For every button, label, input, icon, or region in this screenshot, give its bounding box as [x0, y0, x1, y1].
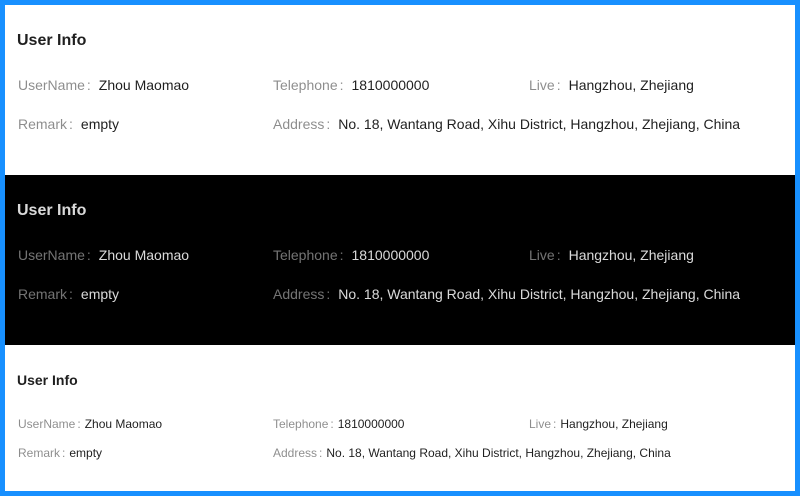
item-address: Address: No. 18, Wantang Road, Xihu Distr…	[273, 116, 740, 132]
label-colon: :	[62, 446, 66, 460]
label-colon: :	[86, 247, 91, 263]
item-remark: Remark: empty	[18, 286, 119, 302]
item-username: UserName: Zhou Maomao	[18, 77, 189, 93]
item-value: Zhou Maomao	[98, 77, 190, 93]
item-label: Remark	[18, 446, 61, 460]
item-value: No. 18, Wantang Road, Xihu District, Han…	[326, 446, 671, 460]
descriptions-title: User Info	[17, 202, 87, 219]
item-label: Telephone	[273, 247, 338, 263]
item-value: Hangzhou, Zhejiang	[568, 77, 694, 93]
label-colon: :	[330, 417, 334, 431]
item-live: Live: Hangzhou, Zhejiang	[529, 77, 694, 93]
item-label: UserName	[18, 247, 85, 263]
label-colon: :	[339, 247, 344, 263]
descriptions-dark: User Info UserName: Zhou Maomao Telephone…	[5, 175, 795, 345]
item-value: Hangzhou, Zhejiang	[568, 247, 694, 263]
item-value: Hangzhou, Zhejiang	[560, 417, 668, 431]
label-colon: :	[553, 417, 557, 431]
item-telephone: Telephone:1810000000	[273, 247, 429, 263]
item-label: Address	[273, 446, 318, 460]
item-telephone: Telephone:1810000000	[273, 77, 429, 93]
descriptions-title: User Info	[17, 32, 87, 49]
item-address: Address: No. 18, Wantang Road, Xihu Distr…	[273, 286, 740, 302]
item-live: Live: Hangzhou, Zhejiang	[529, 247, 694, 263]
label-colon: :	[326, 286, 331, 302]
item-value: Zhou Maomao	[98, 247, 190, 263]
item-value: 1810000000	[351, 247, 430, 263]
item-label: UserName	[18, 417, 76, 431]
item-label: Telephone	[273, 77, 338, 93]
item-label: UserName	[18, 77, 85, 93]
label-colon: :	[77, 417, 81, 431]
item-label: Address	[273, 286, 325, 302]
item-value: empty	[80, 286, 120, 302]
item-label: Address	[273, 116, 325, 132]
item-label: Live	[529, 247, 555, 263]
label-colon: :	[86, 77, 91, 93]
descriptions-default: User Info UserName: Zhou Maomao Telephone…	[5, 5, 795, 175]
item-value: empty	[80, 116, 120, 132]
item-label: Remark	[18, 116, 68, 132]
descriptions-small: User Info UserName: Zhou Maomao Telephone…	[5, 345, 795, 491]
label-colon: :	[69, 286, 73, 302]
item-label: Remark	[18, 286, 68, 302]
label-colon: :	[326, 116, 331, 132]
item-telephone: Telephone:1810000000	[273, 417, 404, 431]
item-value: empty	[69, 446, 103, 460]
label-colon: :	[556, 247, 561, 263]
descriptions-title: User Info	[17, 372, 78, 388]
label-colon: :	[556, 77, 561, 93]
item-address: Address: No. 18, Wantang Road, Xihu Distr…	[273, 446, 671, 460]
item-label: Live	[529, 77, 555, 93]
item-remark: Remark: empty	[18, 116, 119, 132]
item-username: UserName: Zhou Maomao	[18, 417, 162, 431]
item-remark: Remark: empty	[18, 446, 102, 460]
label-colon: :	[69, 116, 73, 132]
demo-frame: User Info UserName: Zhou Maomao Telephone…	[5, 5, 795, 491]
item-label: Telephone	[273, 417, 329, 431]
item-value: No. 18, Wantang Road, Xihu District, Han…	[338, 116, 741, 132]
item-value: 1810000000	[351, 77, 430, 93]
item-live: Live: Hangzhou, Zhejiang	[529, 417, 668, 431]
item-username: UserName: Zhou Maomao	[18, 247, 189, 263]
label-colon: :	[319, 446, 323, 460]
item-label: Live	[529, 417, 552, 431]
item-value: 1810000000	[337, 417, 405, 431]
label-colon: :	[339, 77, 344, 93]
item-value: Zhou Maomao	[84, 417, 163, 431]
item-value: No. 18, Wantang Road, Xihu District, Han…	[338, 286, 741, 302]
